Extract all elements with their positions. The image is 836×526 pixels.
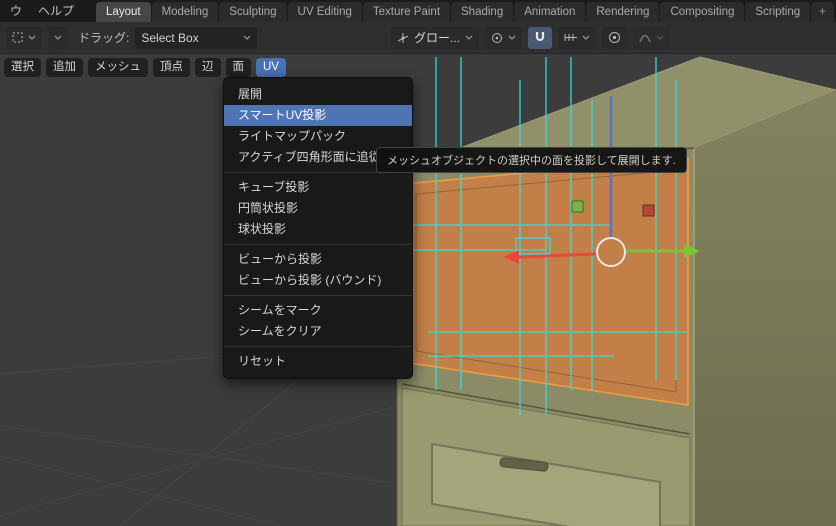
pivot-point-dropdown[interactable] bbox=[485, 26, 522, 49]
menu-item-sphere-projection[interactable]: 球状投影 bbox=[224, 219, 412, 240]
menu-item-cylinder-projection[interactable]: 円筒状投影 bbox=[224, 198, 412, 219]
menu-item-mark-seam[interactable]: シームをマーク bbox=[224, 300, 412, 321]
proportional-falloff-dropdown[interactable] bbox=[633, 26, 670, 49]
tool-fallback-dropdown[interactable] bbox=[48, 26, 68, 49]
chevron-down-icon bbox=[28, 35, 36, 40]
tab-rendering[interactable]: Rendering bbox=[586, 2, 660, 22]
chevron-down-icon bbox=[243, 35, 251, 40]
snap-increment-icon bbox=[564, 32, 577, 43]
tab-layout[interactable]: Layout bbox=[96, 2, 151, 22]
add-workspace-button[interactable]: + bbox=[811, 2, 834, 22]
proportional-editing-icon bbox=[608, 31, 621, 44]
chevron-down-icon bbox=[508, 35, 516, 40]
face-marker-green bbox=[571, 200, 584, 213]
menu-item-lightmap-pack[interactable]: ライトマップパック bbox=[224, 126, 412, 147]
uv-dropdown-menu: 展開 スマートUV投影 ライトマップパック アクティブ四角形面に追従 キューブ投… bbox=[223, 77, 413, 379]
viewport-3d[interactable]: 選択 追加 メッシュ 頂点 辺 面 UV 展開 スマートUV投影 ライトマップパ… bbox=[0, 54, 836, 526]
viewport-header: 選択 追加 メッシュ 頂点 辺 面 UV bbox=[4, 58, 286, 77]
tab-compositing[interactable]: Compositing bbox=[660, 2, 745, 22]
menu-select[interactable]: 選択 bbox=[4, 58, 41, 77]
select-mode-value: Select Box bbox=[141, 30, 199, 45]
topbar-menus: ウ ヘルプ bbox=[0, 0, 82, 22]
menu-item-project-from-view-bounds[interactable]: ビューから投影 (バウンド) bbox=[224, 270, 412, 291]
orientation-value: グロー... bbox=[413, 31, 460, 45]
menu-item-project-from-view[interactable]: ビューから投影 bbox=[224, 249, 412, 270]
drag-label: ドラッグ: bbox=[78, 31, 130, 45]
pivot-icon bbox=[491, 32, 503, 44]
proportional-editing-toggle[interactable] bbox=[602, 26, 627, 49]
falloff-curve-icon bbox=[639, 33, 651, 43]
menu-item-reset[interactable]: リセット bbox=[224, 351, 412, 372]
tab-shading[interactable]: Shading bbox=[451, 2, 514, 22]
tab-uv-editing[interactable]: UV Editing bbox=[287, 2, 362, 22]
tool-settings-bar: ドラッグ: Select Box グロー... bbox=[0, 22, 836, 54]
menu-mesh[interactable]: メッシュ bbox=[88, 58, 148, 77]
snap-target-dropdown[interactable] bbox=[558, 26, 596, 49]
menu-separator bbox=[224, 244, 412, 245]
chevron-down-icon bbox=[465, 35, 473, 40]
menu-face[interactable]: 面 bbox=[225, 58, 251, 77]
workspace-tabs: Layout Modeling Sculpting UV Editing Tex… bbox=[96, 0, 834, 22]
tooltip: メッシュオブジェクトの選択中の面を投影して展開します. bbox=[376, 147, 687, 173]
menu-separator bbox=[224, 295, 412, 296]
menu-window[interactable]: ウ bbox=[2, 0, 30, 22]
viewport-options-cluster: グロー... bbox=[390, 26, 670, 49]
tab-texture-paint[interactable]: Texture Paint bbox=[362, 2, 451, 22]
active-tool-dropdown[interactable] bbox=[6, 26, 42, 49]
tab-animation[interactable]: Animation bbox=[514, 2, 586, 22]
chevron-down-icon bbox=[582, 35, 590, 40]
menu-help[interactable]: ヘルプ bbox=[30, 0, 82, 22]
face-marker-red bbox=[642, 204, 655, 217]
cabinet-side-face[interactable] bbox=[694, 90, 836, 526]
topbar: ウ ヘルプ Layout Modeling Sculpting UV Editi… bbox=[0, 0, 836, 22]
menu-item-smart-uv-project[interactable]: スマートUV投影 bbox=[224, 105, 412, 126]
blender-window: ウ ヘルプ Layout Modeling Sculpting UV Editi… bbox=[0, 0, 836, 526]
snap-toggle-button[interactable] bbox=[528, 26, 552, 49]
menu-vertex[interactable]: 頂点 bbox=[153, 58, 190, 77]
menu-add[interactable]: 追加 bbox=[46, 58, 83, 77]
menu-uv[interactable]: UV bbox=[256, 58, 286, 77]
scene-3d[interactable] bbox=[0, 54, 836, 526]
magnet-icon bbox=[534, 31, 546, 44]
menu-item-cube-projection[interactable]: キューブ投影 bbox=[224, 177, 412, 198]
menu-separator bbox=[224, 346, 412, 347]
tab-modeling[interactable]: Modeling bbox=[151, 2, 219, 22]
menu-item-clear-seam[interactable]: シームをクリア bbox=[224, 321, 412, 342]
chevron-down-icon bbox=[54, 35, 62, 40]
transform-orientation-dropdown[interactable]: グロー... bbox=[390, 26, 479, 49]
select-mode-dropdown[interactable]: Select Box bbox=[135, 26, 258, 49]
menu-edge[interactable]: 辺 bbox=[195, 58, 221, 77]
orientation-icon bbox=[397, 32, 409, 44]
menu-item-unwrap[interactable]: 展開 bbox=[224, 84, 412, 105]
box-select-icon bbox=[12, 32, 23, 43]
tab-sculpting[interactable]: Sculpting bbox=[219, 2, 287, 22]
tab-scripting[interactable]: Scripting bbox=[745, 2, 811, 22]
chevron-down-icon bbox=[656, 35, 664, 40]
